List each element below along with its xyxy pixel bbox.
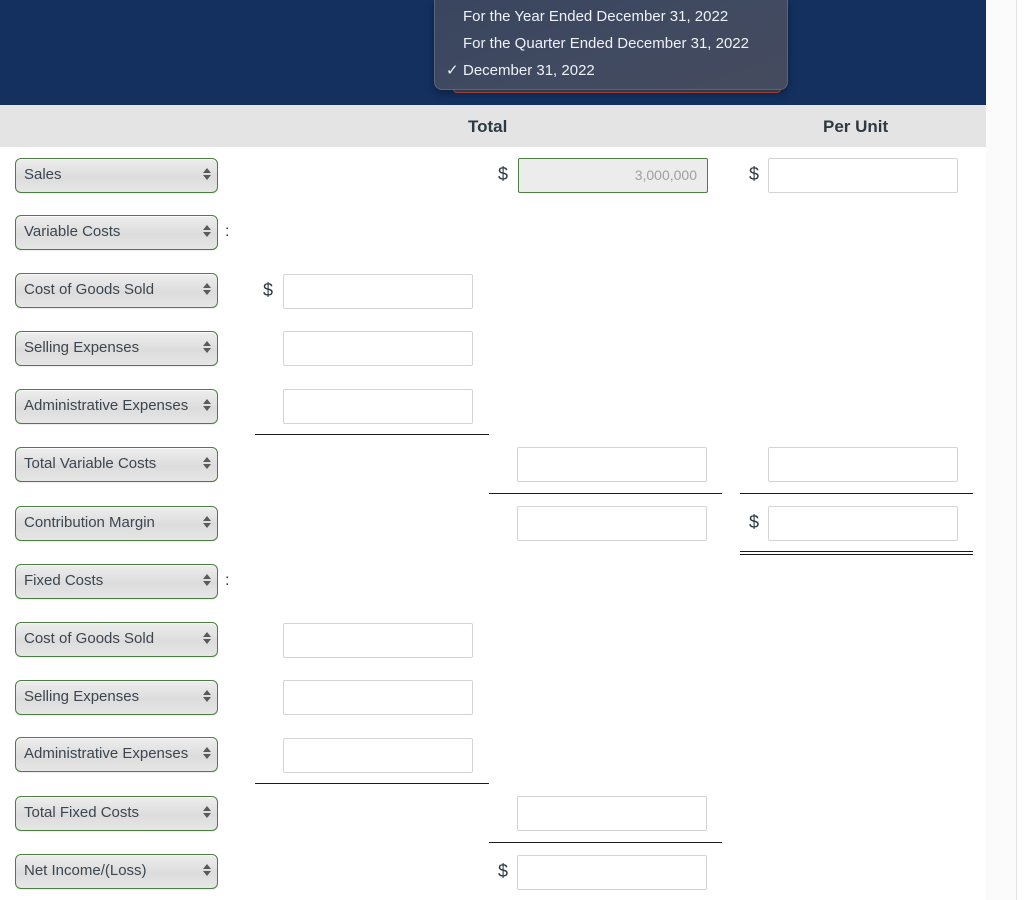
fixed-cogs-input[interactable] bbox=[283, 623, 473, 658]
select-arrows-icon bbox=[203, 516, 211, 530]
row-label-select-total-variable-costs[interactable]: Total Variable Costs bbox=[15, 447, 218, 482]
row-label-select-net-income[interactable]: Net Income/(Loss) bbox=[15, 854, 218, 889]
select-value: Variable Costs bbox=[24, 223, 121, 240]
select-arrows-icon bbox=[203, 574, 211, 588]
colon: : bbox=[225, 572, 230, 589]
page-edge-divider bbox=[1016, 0, 1017, 900]
select-arrows-icon bbox=[203, 864, 211, 878]
contribution-margin-per-unit-input[interactable] bbox=[768, 506, 958, 541]
select-value: Cost of Goods Sold bbox=[24, 281, 155, 298]
dollar-sign: $ bbox=[498, 164, 509, 184]
menu-option-quarter-ended[interactable]: For the Quarter Ended December 31, 2022 bbox=[435, 30, 787, 57]
contribution-margin-total-input[interactable] bbox=[517, 506, 707, 541]
total-variable-costs-total-input[interactable] bbox=[517, 447, 707, 482]
row-label-select-fixed-selling[interactable]: Selling Expenses bbox=[15, 680, 218, 715]
select-arrows-icon bbox=[203, 225, 211, 239]
total-variable-costs-per-unit-input[interactable] bbox=[768, 447, 958, 482]
dollar-sign: $ bbox=[749, 512, 760, 532]
row-label-select-variable-costs[interactable]: Variable Costs bbox=[15, 215, 218, 250]
select-arrows-icon bbox=[203, 168, 211, 182]
row-label-select-variable-admin[interactable]: Administrative Expenses bbox=[15, 389, 218, 424]
select-value: Administrative Expenses bbox=[24, 745, 189, 762]
select-arrows-icon bbox=[203, 457, 211, 471]
column-header-per-unit: Per Unit bbox=[823, 117, 889, 136]
row-label-select-contribution-margin[interactable]: Contribution Margin bbox=[15, 506, 218, 541]
net-income-total-input[interactable] bbox=[517, 855, 707, 890]
row-label-select-variable-selling[interactable]: Selling Expenses bbox=[15, 331, 218, 366]
subtotal-rule bbox=[740, 493, 973, 494]
select-arrows-icon bbox=[203, 690, 211, 704]
sales-total-input[interactable]: 3,000,000 bbox=[518, 158, 708, 193]
select-arrows-icon bbox=[203, 632, 211, 646]
select-arrows-icon bbox=[203, 399, 211, 413]
menu-option-label: For the Quarter Ended December 31, 2022 bbox=[463, 35, 749, 52]
menu-option-date-selected[interactable]: ✓ December 31, 2022 bbox=[435, 57, 787, 84]
subtotal-rule bbox=[489, 493, 722, 494]
select-value: Total Fixed Costs bbox=[24, 804, 140, 821]
select-value: Total Variable Costs bbox=[24, 455, 157, 472]
dollar-sign: $ bbox=[263, 280, 274, 300]
column-header-total: Total bbox=[468, 117, 508, 136]
subtotal-rule bbox=[489, 842, 722, 843]
select-arrows-icon bbox=[203, 283, 211, 297]
statement-date-dropdown-menu: For the Year Ended December 31, 2022 For… bbox=[434, 0, 788, 90]
sales-per-unit-input[interactable] bbox=[768, 158, 958, 193]
variable-admin-input[interactable] bbox=[283, 389, 473, 424]
select-value: Cost of Goods Sold bbox=[24, 630, 155, 647]
total-fixed-costs-total-input[interactable] bbox=[517, 796, 707, 831]
row-label-select-fixed-cogs[interactable]: Cost of Goods Sold bbox=[15, 622, 218, 657]
dollar-sign: $ bbox=[749, 164, 760, 184]
subtotal-rule bbox=[255, 434, 489, 435]
menu-option-label: For the Year Ended December 31, 2022 bbox=[463, 8, 729, 25]
select-value: Contribution Margin bbox=[24, 514, 155, 531]
variable-selling-input[interactable] bbox=[283, 331, 473, 366]
checkmark-icon: ✓ bbox=[446, 62, 459, 79]
select-value: Net Income/(Loss) bbox=[24, 862, 147, 879]
fixed-admin-input[interactable] bbox=[283, 738, 473, 773]
double-total-rule bbox=[740, 551, 973, 555]
select-value: Sales bbox=[24, 166, 62, 183]
select-value: Selling Expenses bbox=[24, 688, 140, 705]
row-label-select-sales[interactable]: Sales bbox=[15, 158, 218, 193]
page-margin bbox=[986, 0, 1016, 900]
menu-option-year-ended[interactable]: For the Year Ended December 31, 2022 bbox=[435, 3, 787, 30]
select-value: Fixed Costs bbox=[24, 572, 104, 589]
subtotal-rule bbox=[255, 783, 489, 784]
variable-cogs-input[interactable] bbox=[283, 274, 473, 309]
colon: : bbox=[225, 223, 230, 240]
select-arrows-icon bbox=[203, 747, 211, 761]
dollar-sign: $ bbox=[498, 861, 509, 881]
row-label-select-fixed-costs[interactable]: Fixed Costs bbox=[15, 564, 218, 599]
fixed-selling-input[interactable] bbox=[283, 680, 473, 715]
row-label-select-variable-cogs[interactable]: Cost of Goods Sold bbox=[15, 273, 218, 308]
menu-option-label: December 31, 2022 bbox=[463, 62, 595, 79]
row-label-select-fixed-admin[interactable]: Administrative Expenses bbox=[15, 737, 218, 772]
select-value: Selling Expenses bbox=[24, 339, 140, 356]
select-arrows-icon bbox=[203, 341, 211, 355]
select-arrows-icon bbox=[203, 806, 211, 820]
row-label-select-total-fixed-costs[interactable]: Total Fixed Costs bbox=[15, 796, 218, 831]
select-value: Administrative Expenses bbox=[24, 397, 189, 414]
